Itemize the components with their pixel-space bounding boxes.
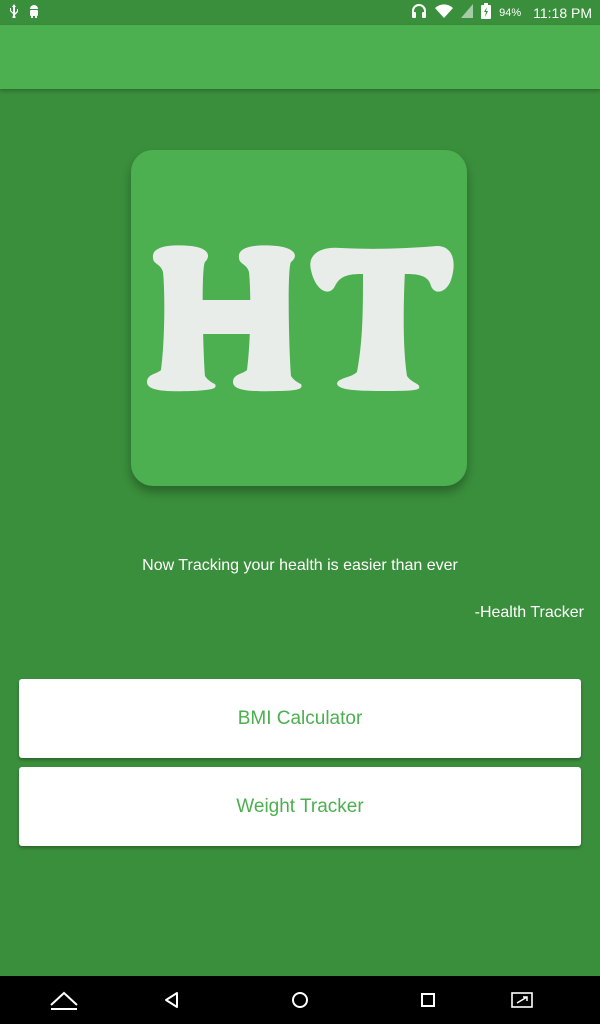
home-up-icon[interactable] <box>40 976 88 1024</box>
wifi-icon <box>435 4 454 21</box>
weight-tracker-button[interactable]: Weight Tracker <box>19 767 581 846</box>
status-left-icons <box>8 4 40 21</box>
screenshot-icon[interactable] <box>498 976 546 1024</box>
status-right-icons: 94% 11:18 PM <box>411 3 592 22</box>
home-icon[interactable] <box>276 976 324 1024</box>
app-logo <box>131 150 467 486</box>
battery-icon <box>481 3 492 22</box>
clock: 11:18 PM <box>533 4 592 21</box>
tagline: Now Tracking your health is easier than … <box>142 557 458 574</box>
status-bar: 94% 11:18 PM <box>0 0 600 25</box>
signal-icon <box>461 4 474 21</box>
usb-icon <box>8 4 20 21</box>
navigation-bar <box>0 976 600 1024</box>
app-bar <box>0 25 600 89</box>
back-icon[interactable] <box>148 976 196 1024</box>
recents-icon[interactable] <box>404 976 452 1024</box>
headset-icon <box>411 4 427 21</box>
signature: -Health Tracker <box>474 604 584 621</box>
android-debug-icon <box>28 4 40 21</box>
bmi-calculator-button[interactable]: BMI Calculator <box>19 679 581 758</box>
battery-percent: 94% <box>499 6 522 19</box>
ht-logo-mark <box>147 245 454 392</box>
